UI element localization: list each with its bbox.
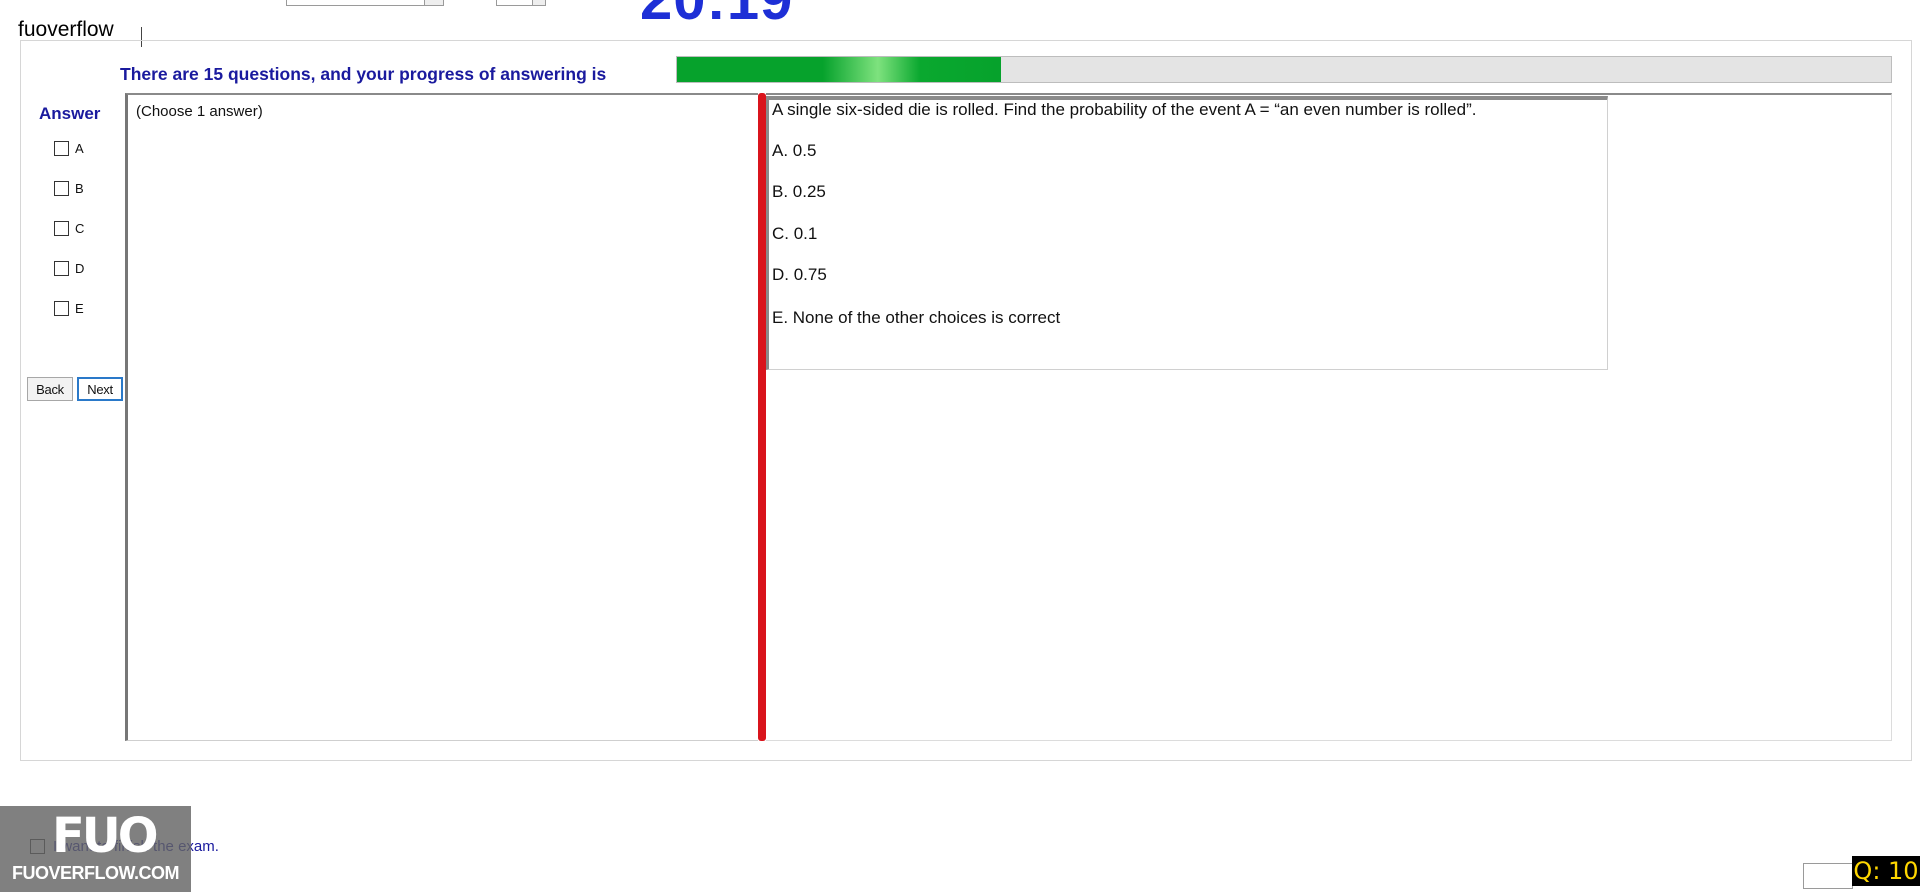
answer-option-b[interactable]: B — [54, 178, 84, 198]
logo-mark: FUO — [52, 808, 159, 864]
checkbox-d[interactable] — [54, 260, 69, 276]
progress-bar-fill — [677, 57, 1002, 82]
checkbox-a[interactable] — [54, 140, 69, 156]
bottom-input[interactable] — [1803, 863, 1853, 889]
back-button[interactable]: Back — [27, 377, 73, 401]
question-choice-e: E. None of the other choices is correct — [772, 308, 1061, 327]
choose-hint: (Choose 1 answer) — [136, 103, 263, 120]
question-textbox[interactable] — [766, 96, 1608, 370]
answer-label: Answer — [39, 104, 101, 123]
question-choice-a: A. 0.5 — [772, 141, 817, 160]
answer-option-label: D — [75, 260, 85, 276]
watermark-logo: FUO FUOVERFLOW.COM — [0, 806, 191, 892]
progress-bar — [676, 56, 1892, 83]
answer-option-e[interactable]: E — [54, 298, 84, 318]
question-choice-d: D. 0.75 — [772, 265, 827, 284]
exam-code-dropdown[interactable] — [286, 0, 444, 6]
progress-label: There are 15 questions, and your progres… — [120, 64, 607, 84]
brand-text: fuoverflow — [18, 18, 114, 41]
panel-splitter[interactable] — [758, 93, 766, 741]
question-counter: Q: 10 — [1852, 856, 1920, 886]
answer-option-c[interactable]: C — [54, 218, 84, 238]
logo-site-text: FUOVERFLOW.COM — [12, 863, 180, 883]
question-choice-b: B. 0.25 — [772, 182, 826, 201]
answer-option-label: A — [75, 140, 84, 156]
answer-option-d[interactable]: D — [54, 258, 84, 278]
checkbox-e[interactable] — [54, 300, 69, 316]
chevron-down-icon[interactable] — [424, 0, 443, 5]
checkbox-b[interactable] — [54, 180, 69, 196]
answer-option-label: C — [75, 220, 85, 236]
answer-option-label: E — [75, 300, 84, 316]
font-size-dropdown[interactable] — [496, 0, 546, 6]
countdown-timer: 20:19 — [640, 0, 793, 33]
question-text: A single six-sided die is rolled. Find t… — [772, 100, 1477, 119]
checkbox-c[interactable] — [54, 220, 69, 236]
next-button[interactable]: Next — [77, 377, 123, 401]
answer-option-label: B — [75, 180, 84, 196]
question-choice-c: C. 0.1 — [772, 224, 818, 243]
answer-option-a[interactable]: A — [54, 138, 84, 158]
answer-panel — [125, 93, 758, 741]
chevron-down-icon[interactable] — [532, 0, 545, 5]
